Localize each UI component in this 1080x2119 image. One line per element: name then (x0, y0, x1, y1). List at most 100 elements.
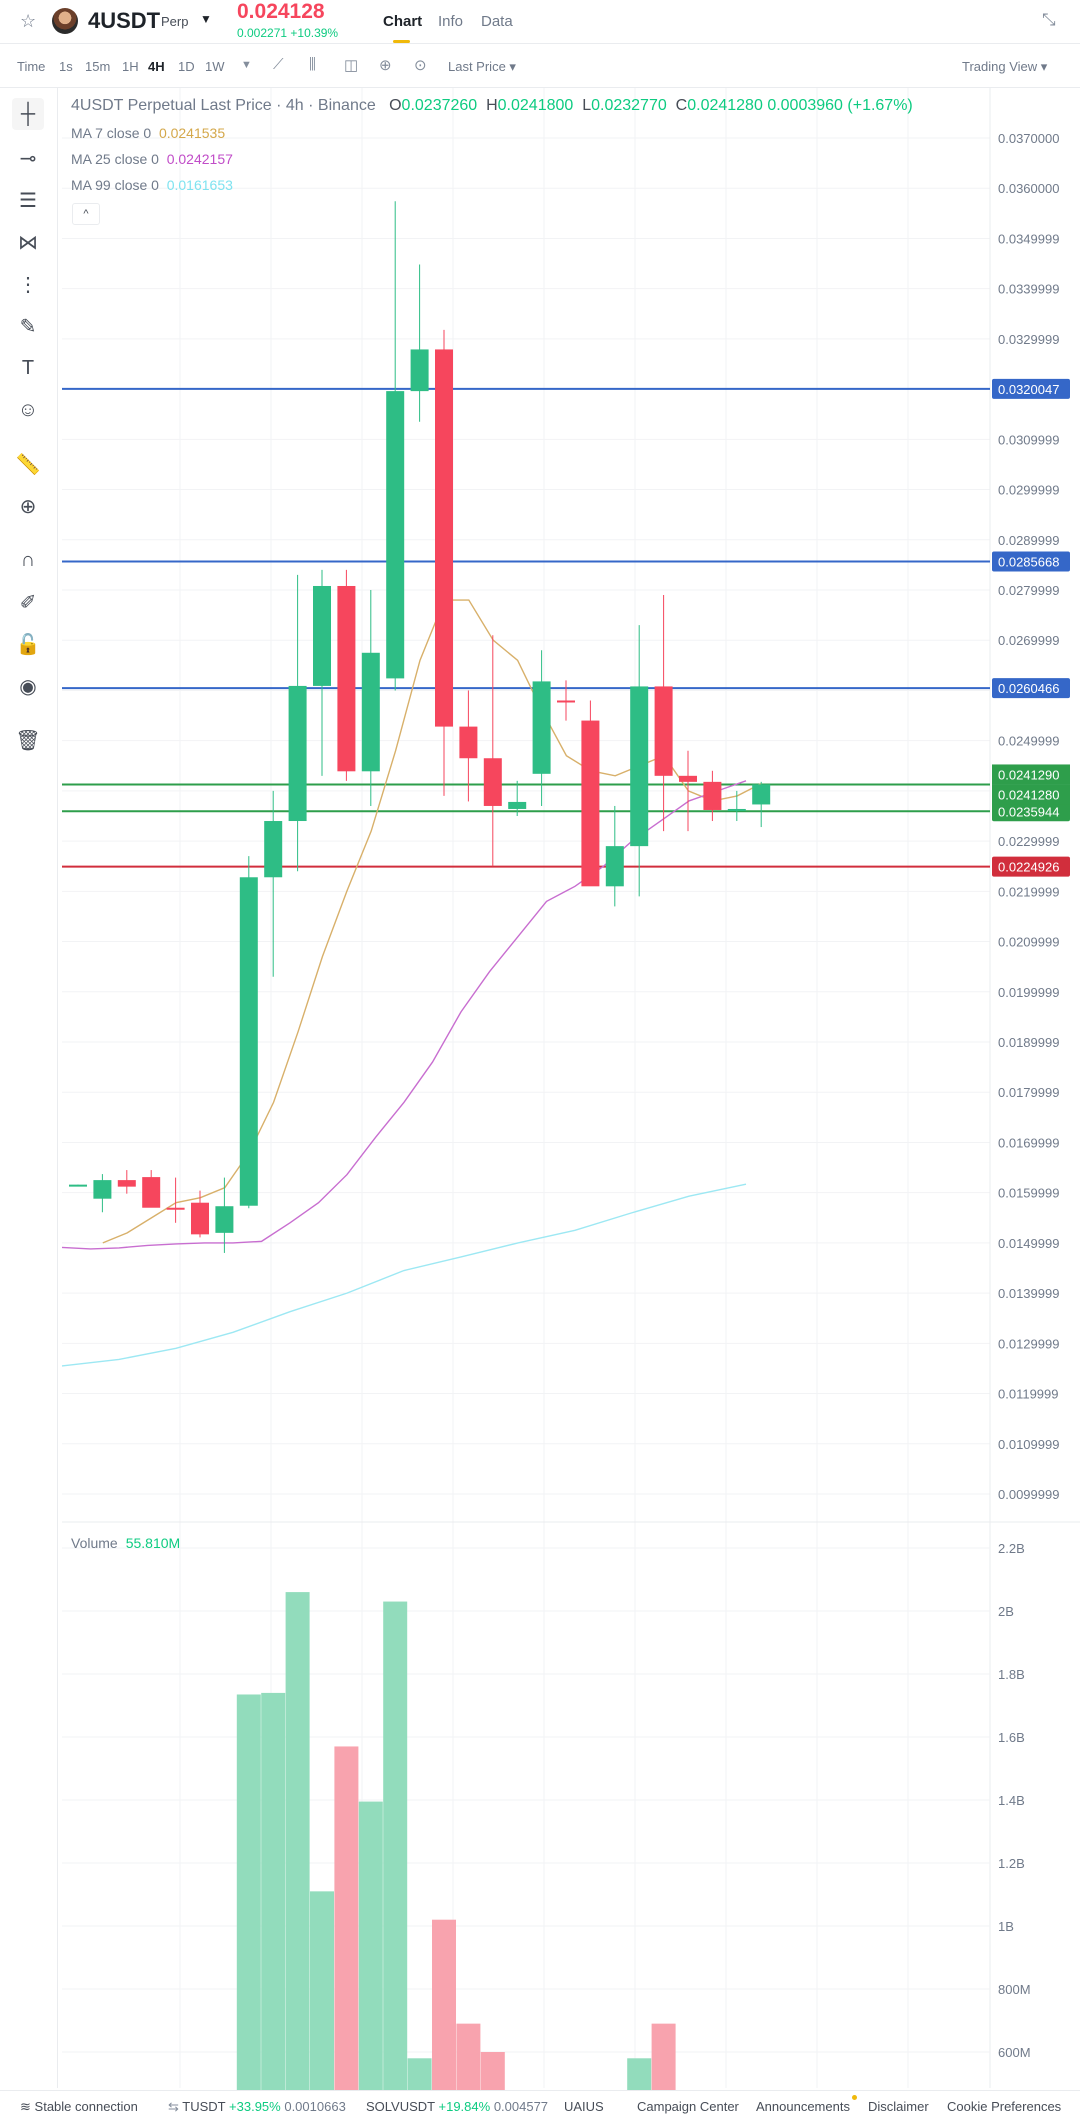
price-axis-tick: 0.0179999 (998, 1085, 1059, 1100)
price-axis-tick: 0.0249999 (998, 734, 1059, 749)
pattern-tool-icon[interactable]: ⋈ (12, 226, 44, 258)
interval-1h[interactable]: 1H (122, 59, 139, 74)
candle-body (215, 1206, 234, 1233)
symbol-title[interactable]: 4USDT (88, 8, 160, 34)
price-axis-tick: 0.0299999 (998, 483, 1059, 498)
zoom-in-icon[interactable]: ⊕ (12, 490, 44, 522)
volume-axis-tick: 1.2B (998, 1856, 1025, 1871)
price-chart[interactable]: 0.0370000 0.0360000 0.0349999 0.0339999 0.03… (0, 0, 1080, 2090)
candle-body (239, 877, 258, 1206)
price-axis-tick: 0.0159999 (998, 1186, 1059, 1201)
volume-axis-tick: 1.6B (998, 1730, 1025, 1745)
fib-tool-icon[interactable]: ⋮ (12, 268, 44, 300)
tab-info[interactable]: Info (438, 13, 463, 30)
eye-icon[interactable]: ◉ (12, 670, 44, 702)
legend-high: H0.0241800 (486, 97, 574, 114)
camera-icon[interactable]: ◫ (344, 56, 358, 74)
legend-open: O0.0237260 (389, 97, 478, 114)
announcements-link[interactable]: Announcements (756, 2099, 850, 2114)
interval-4h[interactable]: 4H (148, 59, 165, 74)
candle-body (752, 784, 771, 805)
collapse-legend-button[interactable]: ^ (72, 203, 100, 225)
ticker-2[interactable]: SOLVUSDT +19.84% 0.004577 (366, 2099, 548, 2114)
lock-drawing-icon[interactable]: ✐ (12, 586, 44, 618)
indicator-line-icon[interactable]: ⟋ (273, 56, 284, 73)
interval-1d[interactable]: 1D (178, 59, 195, 74)
brush-tool-icon[interactable]: ✎ (12, 310, 44, 342)
lock-icon[interactable]: 🔓 (12, 628, 44, 660)
magnet-icon[interactable]: ∩ (12, 544, 44, 576)
text-tool-icon[interactable]: T (12, 352, 44, 384)
collapse-fullscreen-icon[interactable]: ⤡ (1042, 10, 1056, 30)
wifi-icon: ≋ (20, 2099, 31, 2114)
candle-body (459, 726, 478, 759)
campaign-center-link[interactable]: Campaign Center (637, 2099, 739, 2114)
candle-body (361, 652, 380, 772)
notification-dot (852, 2095, 857, 2100)
candle-body (703, 781, 722, 810)
price-line-tag-label: 0.0260466 (998, 681, 1059, 696)
trading-view-select[interactable]: Trading View ▾ (962, 59, 1047, 75)
last-price: 0.024128 (237, 0, 325, 23)
tab-data[interactable]: Data (481, 13, 513, 30)
header: ☆ 4USDT Perp ▼ 0.024128 0.002271 +10.39%… (0, 0, 1080, 44)
volume-axis-tick: 2B (998, 1604, 1014, 1619)
volume-bar (651, 2023, 676, 2090)
candle-body (630, 686, 649, 847)
settings-gear-icon[interactable]: ⊙ (414, 56, 427, 74)
candle-body (727, 808, 746, 811)
more-intervals-icon[interactable]: ▼ (241, 59, 252, 71)
tab-chart[interactable]: Chart (383, 13, 422, 30)
ma99-legend[interactable]: MA 99 close 0 0.0161653 (71, 177, 233, 193)
volume-bar (480, 2052, 505, 2090)
candle-body (264, 821, 283, 878)
price-type-select[interactable]: Last Price ▾ (448, 59, 516, 75)
interval-15m[interactable]: 15m (85, 59, 110, 74)
horizontal-line-tool-icon[interactable]: ⊸ (12, 142, 44, 174)
cookie-preferences-link[interactable]: Cookie Preferences (947, 2099, 1061, 2114)
price-axis-tick: 0.0229999 (998, 834, 1059, 849)
ticker-1[interactable]: ⇆ TUSDT +33.95% 0.0010663 (168, 2099, 346, 2115)
volume-legend: Volume 55.810M (71, 1535, 181, 1551)
candle-body (410, 349, 429, 392)
price-axis-tick: 0.0139999 (998, 1286, 1059, 1301)
add-indicator-icon[interactable]: ⊕ (379, 56, 392, 74)
price-change: 0.002271 +10.39% (237, 26, 339, 40)
current-price-tag-label: 0.0241290 (998, 767, 1059, 782)
candle-body (435, 349, 453, 727)
price-axis-tick: 0.0360000 (998, 181, 1059, 196)
volume-bar (310, 1891, 334, 2090)
ma25-legend[interactable]: MA 25 close 0 0.0242157 (71, 151, 233, 167)
interval-1w[interactable]: 1W (205, 59, 225, 74)
crosshair-icon[interactable]: ┼ (12, 98, 44, 130)
legend-title: 4USDT Perpetual Last Price · 4h · Binanc… (71, 97, 376, 114)
current-price-tag-label: 0.0241280 (998, 787, 1059, 802)
chart-legend: 4USDT Perpetual Last Price · 4h · Binanc… (71, 97, 913, 115)
disclaimer-link[interactable]: Disclaimer (868, 2099, 929, 2114)
price-axis-tick: 0.0099999 (998, 1487, 1059, 1502)
trash-icon[interactable]: 🗑 (12, 724, 44, 756)
volume-bar (236, 1694, 261, 2090)
ma7-legend[interactable]: MA 7 close 0 0.0241535 (71, 125, 225, 141)
volume-bar (334, 1746, 359, 2090)
price-axis-tick: 0.0149999 (998, 1236, 1059, 1251)
symbol-dropdown-icon[interactable]: ▼ (200, 12, 212, 26)
price-type-label: Last Price (448, 59, 506, 74)
parallel-lines-tool-icon[interactable]: ☰ (12, 184, 44, 216)
ruler-tool-icon[interactable]: 📏 (12, 448, 44, 480)
favorite-star-icon[interactable]: ☆ (20, 11, 36, 32)
interval-1s[interactable]: 1s (59, 59, 73, 74)
candle-type-icon[interactable]: ⫼ (309, 56, 316, 73)
price-axis-tick: 0.0370000 (998, 131, 1059, 146)
emoji-tool-icon[interactable]: ☺ (12, 394, 44, 426)
candle-body (117, 1180, 136, 1187)
price-axis-tick: 0.0349999 (998, 231, 1059, 246)
ticker-3[interactable]: UAIUS (564, 2099, 604, 2114)
view-label: Trading View (962, 59, 1038, 74)
candle-body (654, 686, 673, 776)
candle-body (69, 1184, 87, 1187)
price-axis-tick: 0.0199999 (998, 985, 1059, 1000)
legend-change: 0.0003960 (+1.67%) (767, 97, 913, 114)
ticker-icon: ⇆ (168, 2099, 179, 2114)
candle-body (288, 685, 307, 822)
